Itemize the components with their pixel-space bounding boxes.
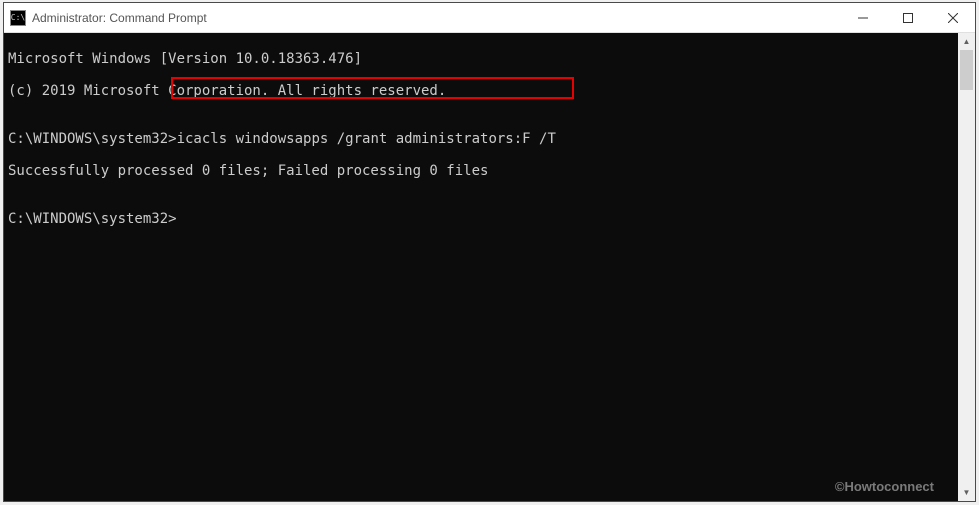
scroll-up-arrow[interactable]: ▲ <box>958 33 975 50</box>
vertical-scrollbar[interactable]: ▲ ▼ <box>958 33 975 501</box>
terminal-line: (c) 2019 Microsoft Corporation. All righ… <box>8 83 954 99</box>
terminal-line: Microsoft Windows [Version 10.0.18363.47… <box>8 51 954 67</box>
minimize-button[interactable] <box>840 3 885 32</box>
prompt-prefix: C:\WINDOWS\system32> <box>8 131 177 147</box>
watermark: ©Howtoconnect <box>835 479 934 495</box>
titlebar[interactable]: C:\ Administrator: Command Prompt <box>4 3 975 33</box>
terminal-line: C:\WINDOWS\system32>icacls windowsapps /… <box>8 131 954 147</box>
terminal-line: Successfully processed 0 files; Failed p… <box>8 163 954 179</box>
window-title: Administrator: Command Prompt <box>32 11 840 25</box>
command-prompt-window: C:\ Administrator: Command Prompt Micros… <box>3 2 976 502</box>
close-button[interactable] <box>930 3 975 32</box>
terminal-line: C:\WINDOWS\system32> <box>8 211 954 227</box>
terminal[interactable]: Microsoft Windows [Version 10.0.18363.47… <box>4 33 958 501</box>
maximize-button[interactable] <box>885 3 930 32</box>
scroll-down-arrow[interactable]: ▼ <box>958 484 975 501</box>
scroll-thumb[interactable] <box>960 50 973 90</box>
cmd-icon: C:\ <box>10 10 26 26</box>
minimize-icon <box>858 13 868 23</box>
terminal-wrapper: Microsoft Windows [Version 10.0.18363.47… <box>4 33 975 501</box>
scroll-track[interactable] <box>958 50 975 484</box>
entered-command: icacls windowsapps /grant administrators… <box>177 131 556 147</box>
window-controls <box>840 3 975 32</box>
close-icon <box>948 13 958 23</box>
maximize-icon <box>903 13 913 23</box>
